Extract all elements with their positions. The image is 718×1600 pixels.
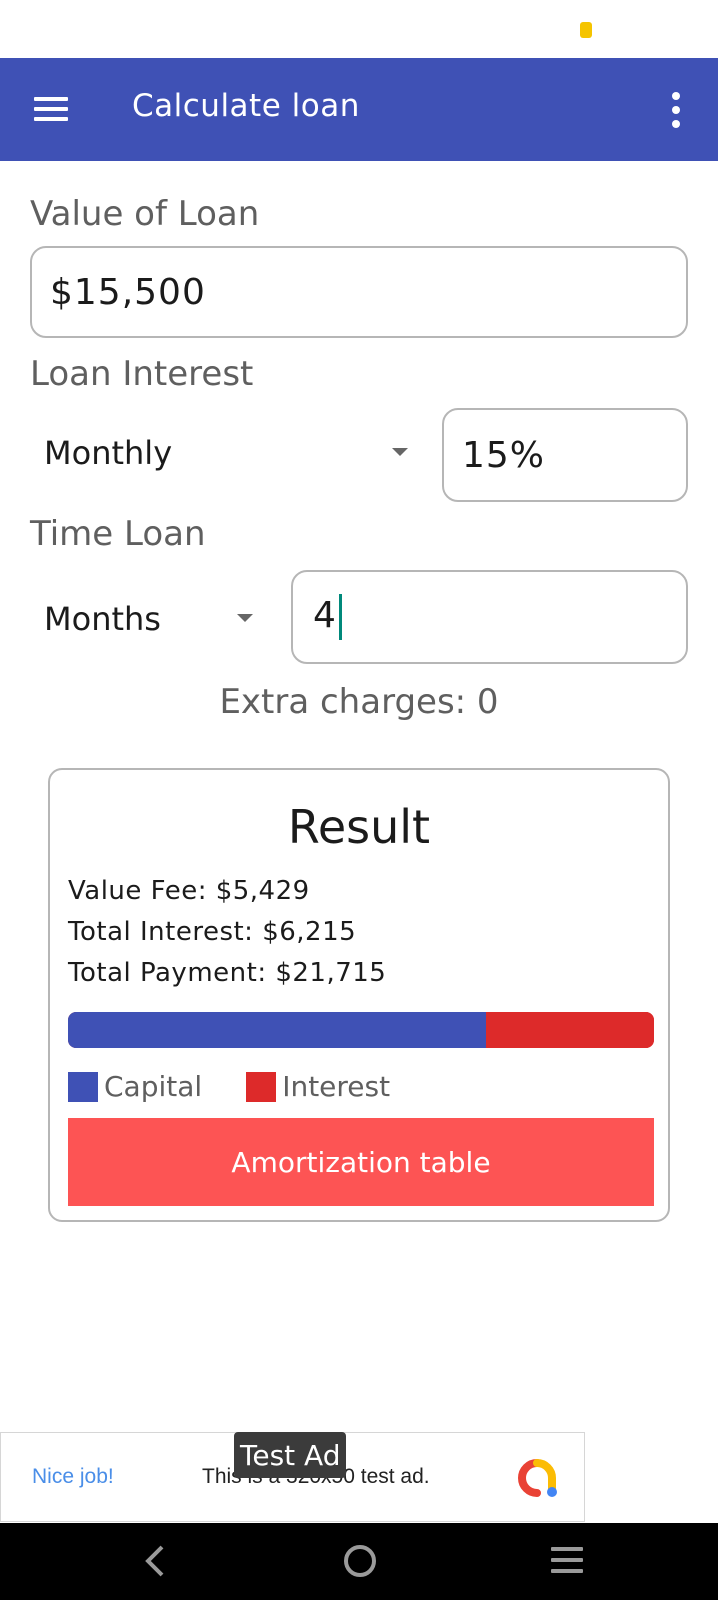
legend-item-capital: Capital — [68, 1070, 202, 1103]
interest-period-value: Monthly — [44, 434, 173, 472]
notification-dot-icon — [580, 22, 592, 38]
interest-rate-input[interactable]: 15% — [442, 408, 688, 502]
ad-headline: Nice job! — [32, 1465, 114, 1488]
time-unit-value: Months — [44, 600, 161, 638]
recents-icon[interactable] — [551, 1547, 583, 1575]
total-interest-text: Total Interest: $6,215 — [68, 917, 357, 947]
app-title: Calculate loan — [132, 88, 360, 124]
interest-period-dropdown[interactable]: Monthly — [44, 428, 414, 478]
more-vert-icon[interactable] — [668, 92, 684, 128]
home-icon[interactable] — [344, 1545, 376, 1577]
time-value-text: 4 — [293, 594, 342, 640]
capital-segment — [68, 1012, 487, 1048]
time-loan-label: Time Loan — [30, 514, 206, 554]
result-card: Result Value Fee: $5,429 Total Interest:… — [48, 768, 670, 1222]
status-bar — [0, 0, 718, 58]
loan-value-text: $15,500 — [50, 271, 206, 313]
time-unit-dropdown[interactable]: Months — [44, 594, 264, 644]
total-payment-text: Total Payment: $21,715 — [68, 958, 387, 988]
app-bar: Calculate loan — [0, 58, 718, 161]
legend-swatch-capital — [68, 1071, 98, 1102]
system-nav-bar — [0, 1523, 718, 1600]
back-icon[interactable] — [140, 1541, 170, 1581]
loan-interest-label: Loan Interest — [30, 354, 254, 394]
interest-rate-text: 15% — [462, 434, 546, 476]
capital-interest-bar — [68, 1012, 654, 1048]
time-value-input[interactable]: 4 — [291, 570, 688, 664]
legend-item-interest: Interest — [246, 1070, 390, 1103]
test-ad-label: Test Ad — [234, 1432, 347, 1478]
legend-label-capital: Capital — [104, 1070, 203, 1103]
interest-segment — [486, 1012, 654, 1048]
time-value: 4 — [313, 595, 337, 636]
chevron-down-icon — [392, 448, 408, 456]
legend-swatch-interest — [246, 1071, 277, 1102]
legend-label-interest: Interest — [282, 1070, 391, 1103]
ad-network-logo-icon — [518, 1459, 557, 1497]
chevron-down-icon — [237, 614, 253, 622]
loan-value-input[interactable]: $15,500 — [30, 246, 688, 338]
hamburger-menu-icon[interactable] — [34, 97, 68, 121]
value-fee-text: Value Fee: $5,429 — [68, 876, 310, 906]
text-cursor — [338, 594, 342, 640]
loan-value-label: Value of Loan — [30, 194, 260, 234]
legend: Capital Interest — [68, 1070, 434, 1103]
result-title: Result — [287, 800, 431, 854]
amortization-table-button[interactable]: Amortization table — [68, 1118, 654, 1206]
extra-charges-text: Extra charges: 0 — [219, 682, 499, 722]
